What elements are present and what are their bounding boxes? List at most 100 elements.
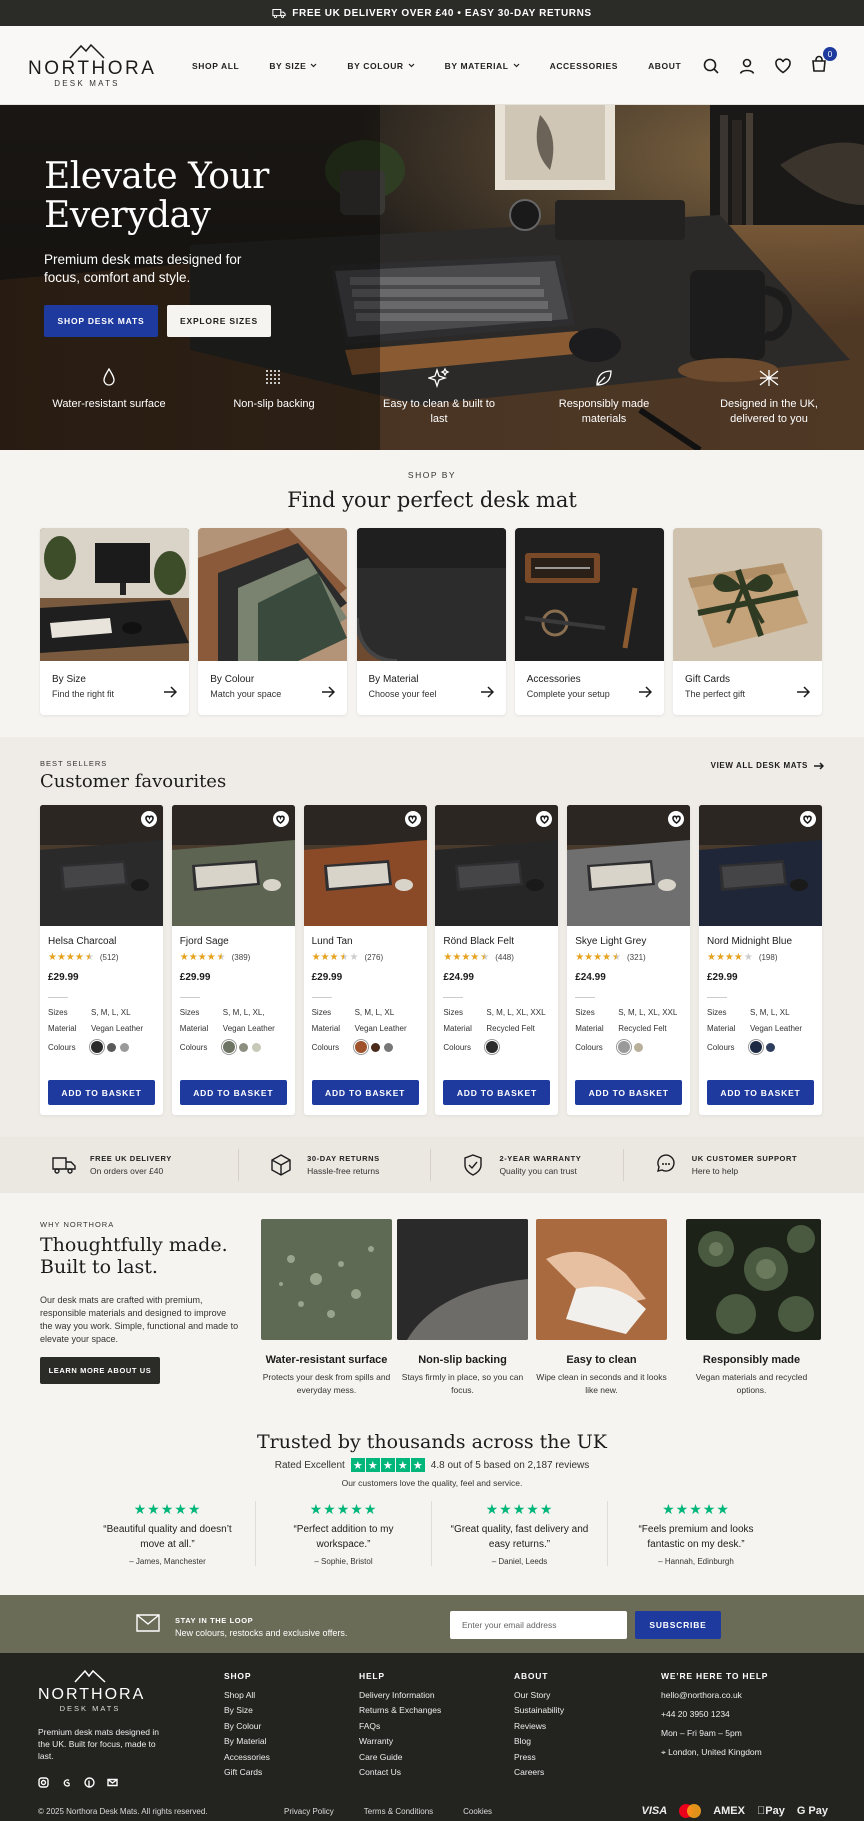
main-nav: SHOP ALL BY SIZE BY COLOUR BY MATERIAL A… — [192, 26, 711, 105]
subscribe-button[interactable]: SUBSCRIBE — [635, 1611, 721, 1639]
category-card-by-size[interactable]: By Size Find the right fit — [40, 528, 189, 715]
footer-link[interactable]: By Size — [224, 1705, 270, 1715]
shop-desk-mats-button[interactable]: SHOP DESK MATS — [44, 305, 158, 337]
category-card-gift-cards[interactable]: Gift Cards The perfect gift — [673, 528, 822, 715]
threads-icon[interactable] — [61, 1777, 72, 1788]
product-name[interactable]: Rönd Black Felt — [443, 936, 514, 947]
footer-link[interactable]: Delivery Information — [359, 1690, 441, 1700]
usp-free-delivery: FREE UK DELIVERY On orders over £40 — [48, 1149, 240, 1181]
footer-link[interactable]: Press — [514, 1752, 564, 1762]
footer-link[interactable]: Blog — [514, 1736, 564, 1746]
footer-link[interactable]: Sustainability — [514, 1705, 564, 1715]
contact-email[interactable]: hello@northora.co.uk — [661, 1690, 768, 1700]
product-card[interactable]: Nord Midnight Blue ★★★★ ★ (198) £29.99 Siz… — [698, 805, 822, 1115]
search-icon[interactable] — [702, 57, 720, 75]
contact-phone[interactable]: +44 20 3950 1234 — [661, 1709, 768, 1719]
footer-link[interactable]: Gift Cards — [224, 1767, 270, 1777]
product-card[interactable]: Lund Tan ★★★ ★ ★ (276) £29.99 Sizes S, M, L,… — [303, 805, 427, 1115]
footer-link[interactable]: Shop All — [224, 1690, 270, 1700]
colour-swatch[interactable] — [354, 1041, 367, 1053]
wishlist-heart-icon[interactable] — [272, 811, 289, 827]
colour-swatch[interactable] — [251, 1042, 261, 1052]
footer-link[interactable]: Warranty — [359, 1736, 441, 1746]
product-card[interactable]: Skye Light Grey ★★★★ ★ (321) £24.99 Sizes S… — [567, 805, 691, 1115]
colour-swatch[interactable] — [486, 1041, 499, 1053]
footer-link[interactable]: Care Guide — [359, 1752, 441, 1762]
colour-swatch[interactable] — [618, 1041, 631, 1053]
instagram-icon[interactable] — [38, 1777, 49, 1788]
cart-button[interactable]: 0 — [810, 47, 837, 76]
colour-swatch[interactable] — [383, 1042, 393, 1052]
email-icon[interactable] — [107, 1777, 118, 1788]
product-name[interactable]: Lund Tan — [312, 936, 353, 947]
product-name[interactable]: Nord Midnight Blue — [707, 936, 792, 947]
wishlist-heart-icon[interactable] — [141, 811, 157, 827]
add-to-basket-button[interactable]: ADD TO BASKET — [311, 1080, 419, 1105]
add-to-basket-button[interactable]: ADD TO BASKET — [706, 1080, 814, 1105]
product-name[interactable]: Fjord Sage — [180, 936, 229, 947]
category-card-by-material[interactable]: By Material Choose your feel — [356, 528, 506, 715]
pinterest-icon[interactable] — [84, 1777, 95, 1788]
nav-by-material[interactable]: BY MATERIAL — [445, 61, 520, 71]
rating-stars-icon: ★★★★ ★ (389) — [179, 952, 251, 963]
category-card-by-colour[interactable]: By Colour Match your space — [198, 528, 348, 715]
wishlist-heart-icon[interactable] — [799, 811, 816, 827]
product-name[interactable]: Skye Light Grey — [575, 936, 646, 947]
footer-link[interactable]: Returns & Exchanges — [359, 1705, 441, 1715]
product-image[interactable] — [698, 805, 822, 926]
product-image[interactable] — [435, 805, 559, 926]
colour-swatch[interactable] — [222, 1041, 235, 1053]
footer-link[interactable]: By Material — [224, 1736, 270, 1746]
wishlist-heart-icon[interactable] — [404, 811, 421, 827]
explore-sizes-button[interactable]: EXPLORE SIZES — [167, 305, 271, 337]
add-to-basket-button[interactable]: ADD TO BASKET — [575, 1080, 683, 1105]
nav-by-colour[interactable]: BY COLOUR — [347, 61, 415, 71]
arrow-right-icon — [638, 686, 652, 698]
email-input[interactable]: Enter your email address — [450, 1611, 627, 1639]
nav-accessories[interactable]: ACCESSORIES — [550, 61, 618, 71]
logo[interactable]: NORTHORA DESK MATS — [28, 43, 154, 88]
material-row: Material Recycled Felt — [575, 1024, 667, 1033]
colour-swatch[interactable] — [91, 1041, 103, 1053]
colour-swatch[interactable] — [765, 1042, 775, 1052]
nav-by-size[interactable]: BY SIZE — [269, 61, 317, 71]
add-to-basket-button[interactable]: ADD TO BASKET — [443, 1080, 551, 1105]
cookies-link[interactable]: Cookies — [463, 1807, 492, 1816]
terms-link[interactable]: Terms & Conditions — [364, 1807, 433, 1816]
product-image[interactable] — [171, 805, 295, 926]
product-name[interactable]: Helsa Charcoal — [48, 936, 116, 947]
colour-swatch[interactable] — [749, 1041, 762, 1053]
colour-swatch[interactable] — [120, 1042, 129, 1052]
view-all-link[interactable]: VIEW ALL DESK MATS — [711, 761, 824, 770]
footer-link[interactable]: By Colour — [224, 1721, 270, 1731]
product-card[interactable]: Helsa Charcoal ★★★★ ★ (512) £29.99 Sizes S,… — [40, 805, 163, 1115]
sizes-row: Sizes S, M, L, XL, XXL — [575, 1008, 678, 1017]
privacy-link[interactable]: Privacy Policy — [284, 1807, 334, 1816]
learn-more-button[interactable]: LEARN MORE ABOUT US — [40, 1357, 160, 1384]
product-card[interactable]: Fjord Sage ★★★★ ★ (389) £29.99 Sizes S, M, … — [171, 805, 295, 1115]
add-to-basket-button[interactable]: ADD TO BASKET — [48, 1080, 155, 1105]
footer-link[interactable]: Reviews — [514, 1721, 564, 1731]
colour-swatch[interactable] — [107, 1042, 116, 1052]
product-image[interactable] — [40, 805, 163, 926]
category-card-accessories[interactable]: Accessories Complete your setup — [514, 528, 664, 715]
colour-swatch[interactable] — [238, 1042, 248, 1052]
nav-about[interactable]: ABOUT — [648, 61, 681, 71]
product-card[interactable]: Rönd Black Felt ★★★★ ★ (448) £24.99 Sizes S… — [435, 805, 559, 1115]
footer-link[interactable]: Careers — [514, 1767, 564, 1777]
nav-shop-all[interactable]: SHOP ALL — [192, 61, 239, 71]
cart-count-badge: 0 — [823, 47, 837, 61]
product-image[interactable] — [303, 805, 427, 926]
product-image[interactable] — [567, 805, 691, 926]
colour-swatch[interactable] — [634, 1042, 644, 1052]
footer-logo[interactable]: NORTHORA DESK MATS — [38, 1669, 143, 1713]
wishlist-heart-icon[interactable] — [774, 57, 792, 75]
account-icon[interactable] — [738, 57, 756, 75]
footer-link[interactable]: FAQs — [359, 1721, 441, 1731]
colour-swatch[interactable] — [370, 1042, 380, 1052]
sizes-row: Sizes S, M, L, XL — [706, 1008, 790, 1017]
footer-link[interactable]: Accessories — [224, 1752, 270, 1762]
add-to-basket-button[interactable]: ADD TO BASKET — [179, 1080, 287, 1105]
footer-link[interactable]: Contact Us — [359, 1767, 441, 1777]
footer-link[interactable]: Our Story — [514, 1690, 564, 1700]
